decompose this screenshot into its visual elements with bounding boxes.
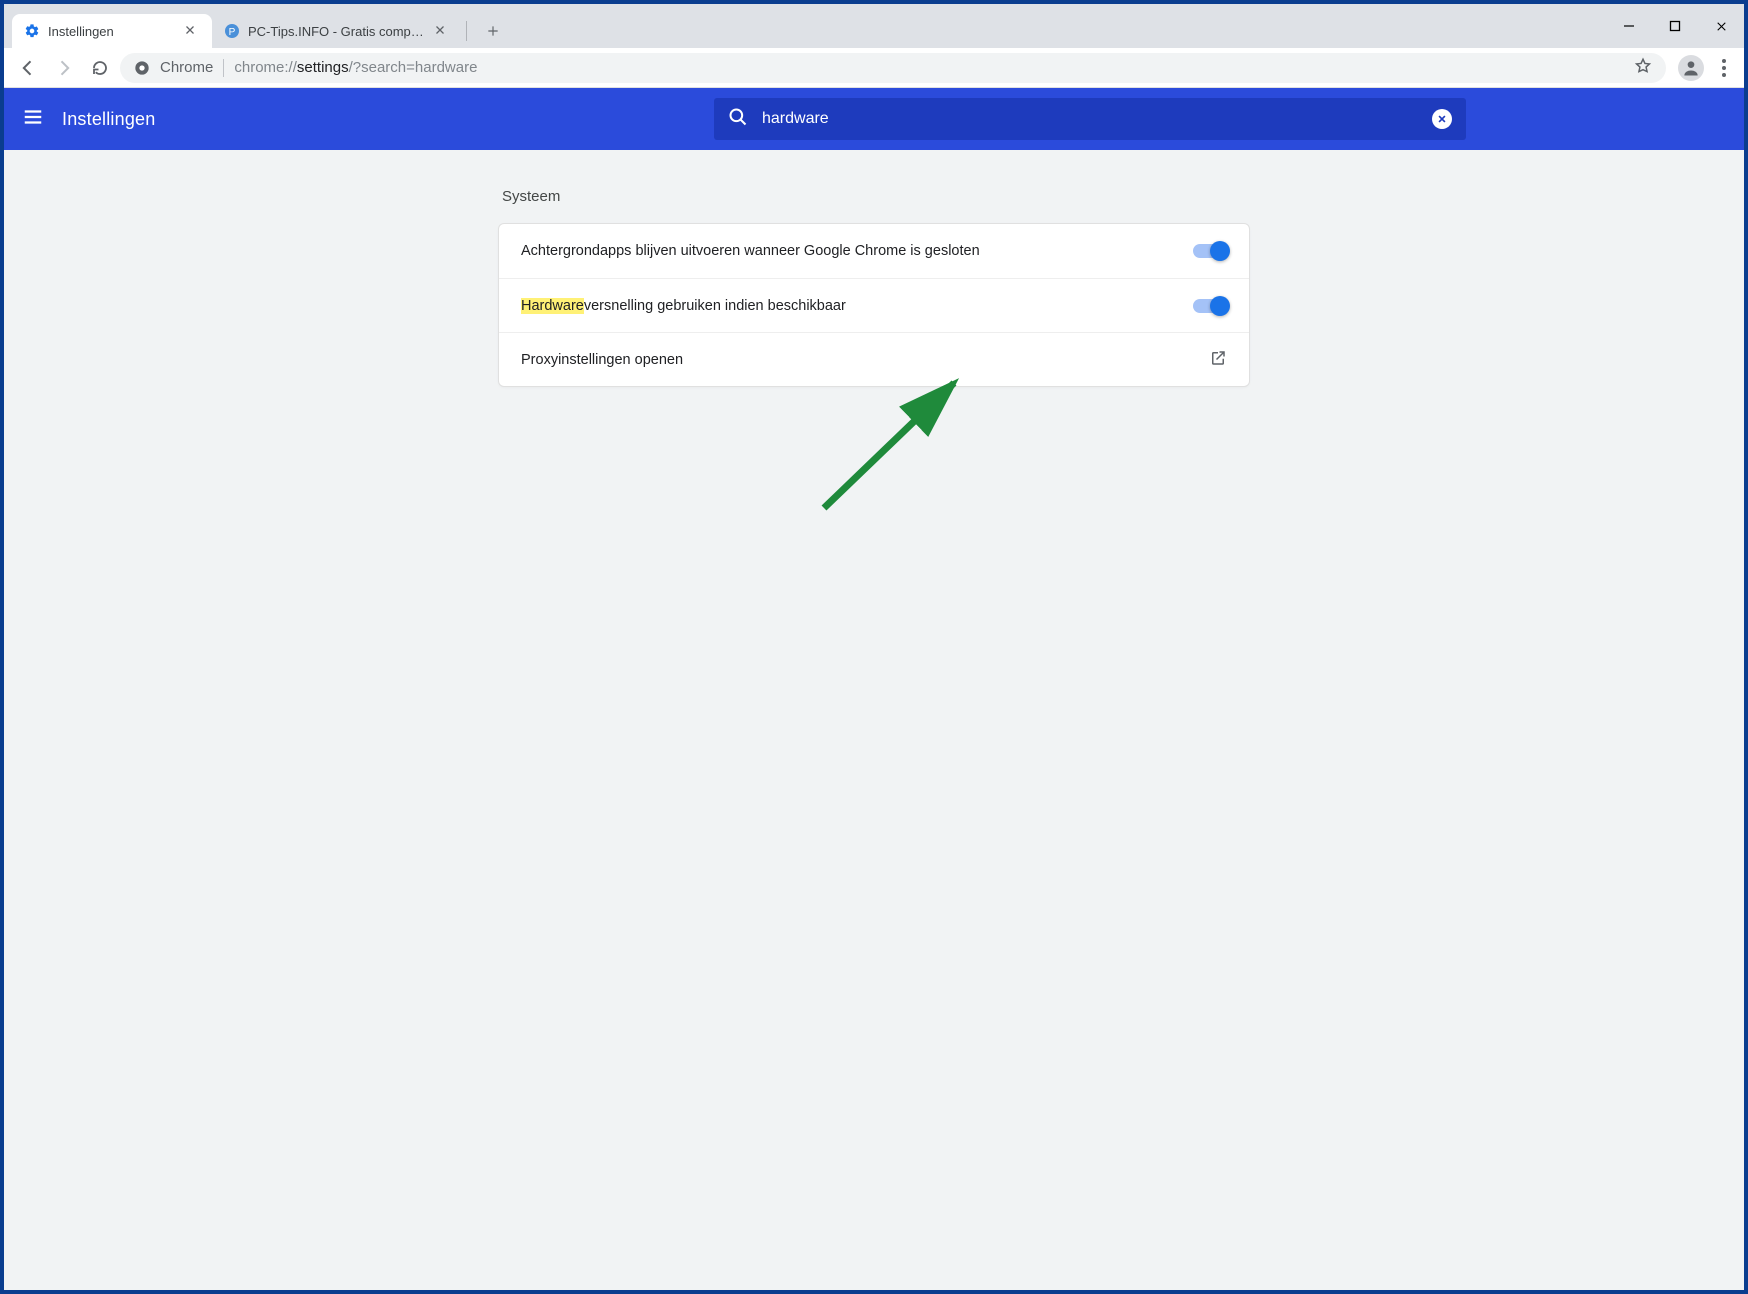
tab-separator xyxy=(466,21,467,41)
separator xyxy=(223,59,224,77)
tab-strip: Instellingen P PC-Tips.INFO - Gratis com… xyxy=(4,4,1744,48)
search-icon xyxy=(728,107,748,132)
back-button[interactable] xyxy=(12,52,44,84)
settings-search-box[interactable] xyxy=(714,98,1466,140)
address-bar[interactable]: Chrome chrome://settings/?search=hardwar… xyxy=(120,53,1666,83)
tab-pctips[interactable]: P PC-Tips.INFO - Gratis computer t xyxy=(212,14,462,48)
section-title-system: Systeem xyxy=(498,180,1250,223)
close-icon[interactable] xyxy=(184,24,200,39)
settings-appbar: Instellingen xyxy=(4,88,1744,150)
profile-avatar[interactable] xyxy=(1678,55,1704,81)
maximize-button[interactable] xyxy=(1652,10,1698,42)
svg-text:P: P xyxy=(229,27,236,38)
star-icon[interactable] xyxy=(1634,57,1652,79)
omnibox-url: chrome://settings/?search=hardware xyxy=(234,59,477,76)
forward-button[interactable] xyxy=(48,52,80,84)
settings-content: Systeem Achtergrondapps blijven uitvoere… xyxy=(4,150,1744,1290)
system-settings-card: Achtergrondapps blijven uitvoeren wannee… xyxy=(498,223,1250,387)
site-favicon: P xyxy=(224,23,240,39)
hamburger-icon[interactable] xyxy=(22,106,44,133)
setting-label: Achtergrondapps blijven uitvoeren wannee… xyxy=(521,243,1193,259)
toggle-hardware-accel[interactable] xyxy=(1193,299,1227,313)
minimize-button[interactable] xyxy=(1606,10,1652,42)
new-tab-button[interactable] xyxy=(479,17,507,45)
setting-label: Hardwareversnelling gebruiken indien bes… xyxy=(521,298,1193,314)
setting-row-proxy[interactable]: Proxyinstellingen openen xyxy=(499,332,1249,386)
setting-row-hardware-accel: Hardwareversnelling gebruiken indien bes… xyxy=(499,278,1249,332)
setting-row-background-apps: Achtergrondapps blijven uitvoeren wannee… xyxy=(499,224,1249,278)
close-window-button[interactable] xyxy=(1698,10,1744,42)
browser-toolbar: Chrome chrome://settings/?search=hardwar… xyxy=(4,48,1744,88)
kebab-menu-icon[interactable] xyxy=(1712,59,1736,77)
settings-search-input[interactable] xyxy=(762,110,1418,128)
page-title: Instellingen xyxy=(62,109,155,130)
toggle-background-apps[interactable] xyxy=(1193,244,1227,258)
gear-icon xyxy=(24,23,40,39)
chrome-icon xyxy=(134,60,150,76)
window-controls xyxy=(1606,4,1744,48)
setting-label: Proxyinstellingen openen xyxy=(521,352,1209,368)
omnibox-brand: Chrome xyxy=(160,59,213,76)
tab-settings[interactable]: Instellingen xyxy=(12,14,212,48)
tab-title: Instellingen xyxy=(48,24,176,39)
close-icon[interactable] xyxy=(434,24,450,39)
clear-search-icon[interactable] xyxy=(1432,109,1452,129)
reload-button[interactable] xyxy=(84,52,116,84)
tab-title: PC-Tips.INFO - Gratis computer t xyxy=(248,24,426,39)
external-link-icon xyxy=(1209,349,1227,371)
